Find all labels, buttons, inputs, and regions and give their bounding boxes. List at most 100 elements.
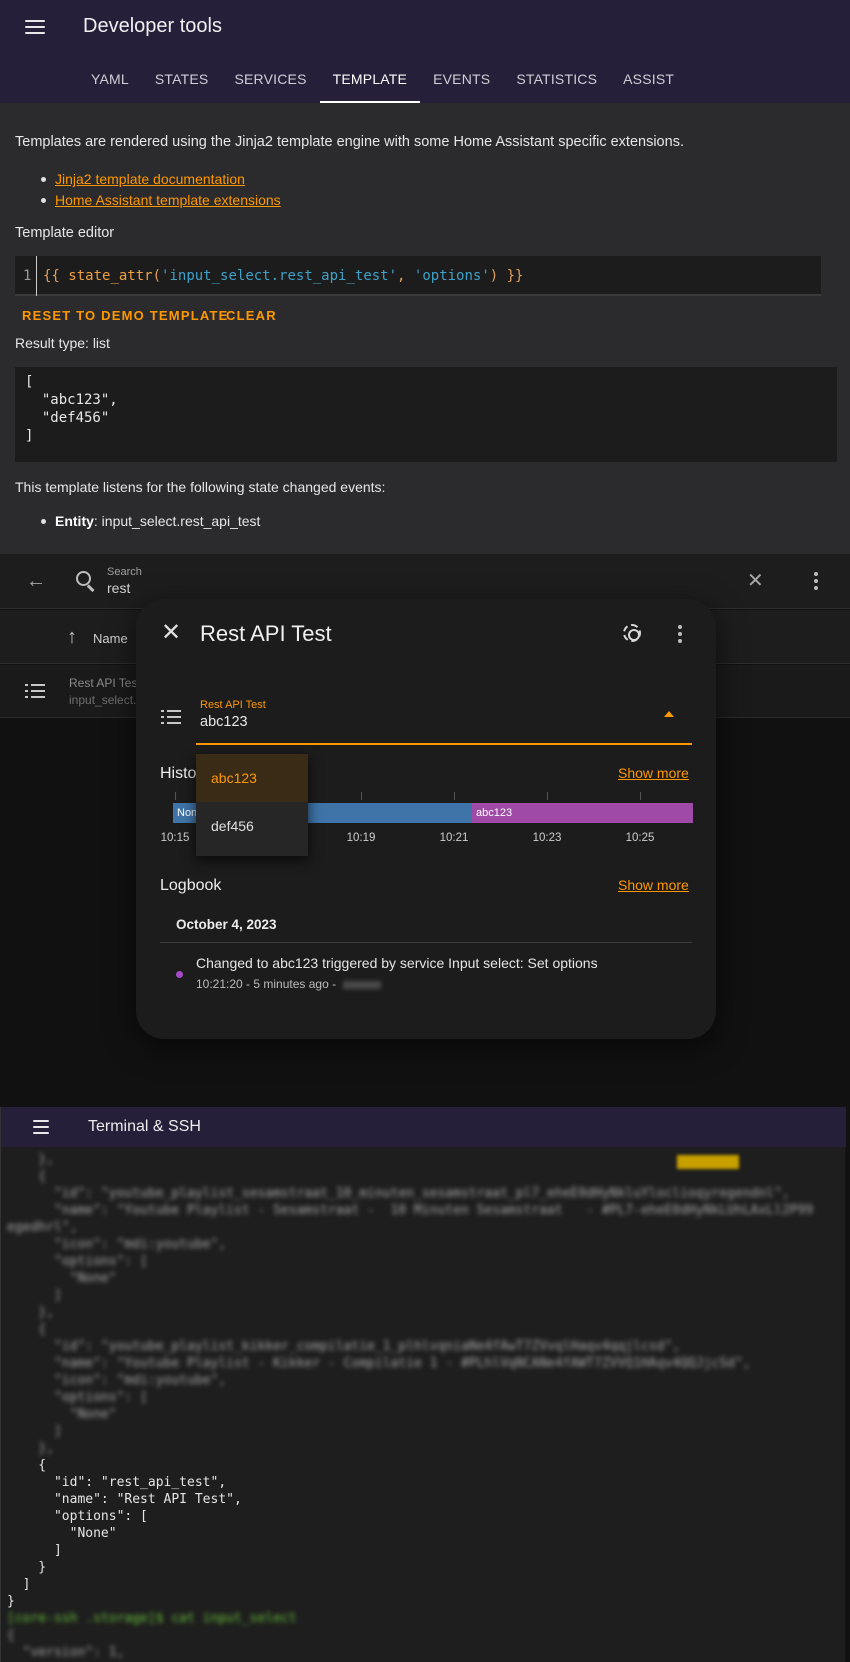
terminal-line-blurred: { <box>7 1628 15 1643</box>
terminal-line-blurred: }, <box>7 1152 54 1167</box>
format-list-icon <box>25 683 45 699</box>
terminal-line: { <box>7 1458 47 1473</box>
back-arrow-icon[interactable]: ← <box>26 571 46 591</box>
terminal-line-blurred: "id": "youtube_playlist_sesamstraat_10_m… <box>7 1186 790 1201</box>
jinja2-docs-link[interactable]: Jinja2 template documentation <box>55 171 245 187</box>
timeline-tick <box>175 792 176 800</box>
select-label: Rest API Test <box>200 699 266 711</box>
terminal-line: "options": [ <box>7 1509 148 1524</box>
terminal-line-blurred: }, <box>7 1305 54 1320</box>
terminal-line-blurred: egedhrl", <box>7 1220 78 1235</box>
template-code: {{ state_attr('input_select.rest_api_tes… <box>43 268 524 284</box>
redacted-user <box>343 980 382 989</box>
dropdown-option-def456[interactable]: def456 <box>196 802 308 850</box>
list-item: Home Assistant template extensions <box>41 190 281 211</box>
tab-statistics[interactable]: STATISTICS <box>503 60 610 103</box>
list-item: Jinja2 template documentation <box>41 169 281 190</box>
hamburger-menu-icon[interactable] <box>25 19 45 35</box>
result-type-label: Result type: list <box>15 335 110 351</box>
terminal-line-blurred: "options": [ <box>7 1254 148 1269</box>
logbook-show-more-link[interactable]: Show more <box>618 877 689 893</box>
tab-events[interactable]: EVENTS <box>420 60 503 103</box>
terminal-line-blurred: }, <box>7 1441 54 1456</box>
doc-links: Jinja2 template documentation Home Assis… <box>41 169 281 211</box>
timeline-tick <box>454 792 455 800</box>
logbook-heading: Logbook <box>160 877 222 894</box>
log-entry-message: Changed to abc123 triggered by service I… <box>196 955 598 971</box>
sort-ascending-icon[interactable]: ↑ <box>67 626 77 649</box>
timeline-tick <box>547 792 548 800</box>
top-app-bar: Developer tools YAML STATES SERVICES TEM… <box>0 0 850 103</box>
timeline-tick-label: 10:23 <box>532 832 562 844</box>
timeline-segment[interactable]: abc123 <box>472 803 693 823</box>
timeline-tick-label: 10:19 <box>346 832 376 844</box>
close-icon[interactable]: ✕ <box>161 621 181 645</box>
listen-events-text: This template listens for the following … <box>15 479 386 495</box>
tab-assist[interactable]: ASSIST <box>610 60 687 103</box>
terminal-line: ] <box>7 1543 62 1558</box>
timeline-tick-label: 10:25 <box>625 832 655 844</box>
row-entity-name: Rest API Test <box>69 676 141 690</box>
tab-yaml[interactable]: YAML <box>78 60 142 103</box>
terminal-panel: Terminal & SSH }, { "id": "youtube_playl… <box>0 1107 846 1662</box>
dialog-title: Rest API Test <box>200 621 332 646</box>
timeline-tick-label: 10:15 <box>160 832 190 844</box>
more-options-icon[interactable] <box>678 625 682 643</box>
ha-template-extensions-link[interactable]: Home Assistant template extensions <box>55 192 281 208</box>
option-select[interactable]: Rest API Test abc123 <box>196 690 692 745</box>
terminal-prompt: [core-ssh .storage]$ cat input_select <box>7 1611 297 1626</box>
select-value: abc123 <box>200 714 248 730</box>
terminal-line-blurred: "icon": "mdi:youtube", <box>7 1237 227 1252</box>
clear-button[interactable]: CLEAR <box>226 308 277 323</box>
terminal-line-blurred: { <box>7 1322 47 1337</box>
line-number: 1 <box>23 268 32 284</box>
search-label: Search <box>107 566 142 578</box>
clear-search-icon[interactable]: ✕ <box>747 571 767 591</box>
template-editor-label: Template editor <box>15 225 115 241</box>
editor-cursor <box>36 256 37 296</box>
terminal-line-blurred: "None" <box>7 1271 117 1286</box>
timeline-tick <box>640 792 641 800</box>
developer-tools-panel: Developer tools YAML STATES SERVICES TEM… <box>0 0 850 554</box>
more-options-icon[interactable] <box>814 572 818 590</box>
tab-template[interactable]: TEMPLATE <box>319 60 421 103</box>
terminal-line-blurred: ] <box>7 1424 62 1439</box>
page-title: Developer tools <box>83 15 222 37</box>
search-input[interactable]: rest <box>107 580 130 596</box>
reset-to-demo-template-button[interactable]: RESET TO DEMO TEMPLATE <box>22 308 228 323</box>
template-editor[interactable]: 1 {{ state_attr('input_select.rest_api_t… <box>15 256 821 296</box>
log-entry-dot-icon <box>176 971 183 978</box>
terminal-app-bar: Terminal & SSH <box>1 1107 846 1147</box>
entities-panel: ← Search rest ✕ ↑ Name Type Rest API Tes… <box>0 554 850 1107</box>
terminal-output[interactable]: }, { "id": "youtube_playlist_sesamstraat… <box>7 1151 813 1661</box>
log-entry-time: 10:21:20 - 5 minutes ago - <box>196 977 382 991</box>
hamburger-menu-icon[interactable] <box>33 1119 49 1135</box>
terminal-line-blurred: "name": "Youtube Playlist - Kikker - Com… <box>7 1356 751 1371</box>
terminal-line: } <box>7 1594 15 1609</box>
more-info-dialog: ✕ Rest API Test Rest API Test abc123 His… <box>136 599 716 1039</box>
tab-states[interactable]: STATES <box>142 60 222 103</box>
tab-bar: YAML STATES SERVICES TEMPLATE EVENTS STA… <box>78 60 687 103</box>
terminal-line-blurred: "options": [ <box>7 1390 148 1405</box>
history-show-more-link[interactable]: Show more <box>618 765 689 781</box>
timeline-tick <box>361 792 362 800</box>
template-result: [ "abc123", "def456" ] <box>15 367 837 462</box>
dropdown-option-abc123[interactable]: abc123 <box>196 754 308 802</box>
terminal-line: "None" <box>7 1526 117 1541</box>
search-icon <box>76 571 96 591</box>
log-date: October 4, 2023 <box>176 917 277 932</box>
timeline-tick-label: 10:21 <box>439 832 469 844</box>
terminal-line-blurred: "icon": "mdi:youtube", <box>7 1373 227 1388</box>
tab-services[interactable]: SERVICES <box>221 60 319 103</box>
terminal-line-blurred: "None" <box>7 1407 117 1422</box>
gear-icon[interactable] <box>621 622 643 644</box>
divider <box>160 942 692 943</box>
listened-entity: Entity: input_select.rest_api_test <box>40 513 261 529</box>
terminal-line: ] <box>7 1577 31 1592</box>
terminal-line: "id": "rest_api_test", <box>7 1475 227 1490</box>
column-header-name[interactable]: Name <box>93 631 128 646</box>
terminal-line: "name": "Rest API Test", <box>7 1492 242 1507</box>
format-list-icon <box>161 709 181 725</box>
terminal-line: } <box>7 1560 47 1575</box>
terminal-line-blurred: ] <box>7 1288 62 1303</box>
